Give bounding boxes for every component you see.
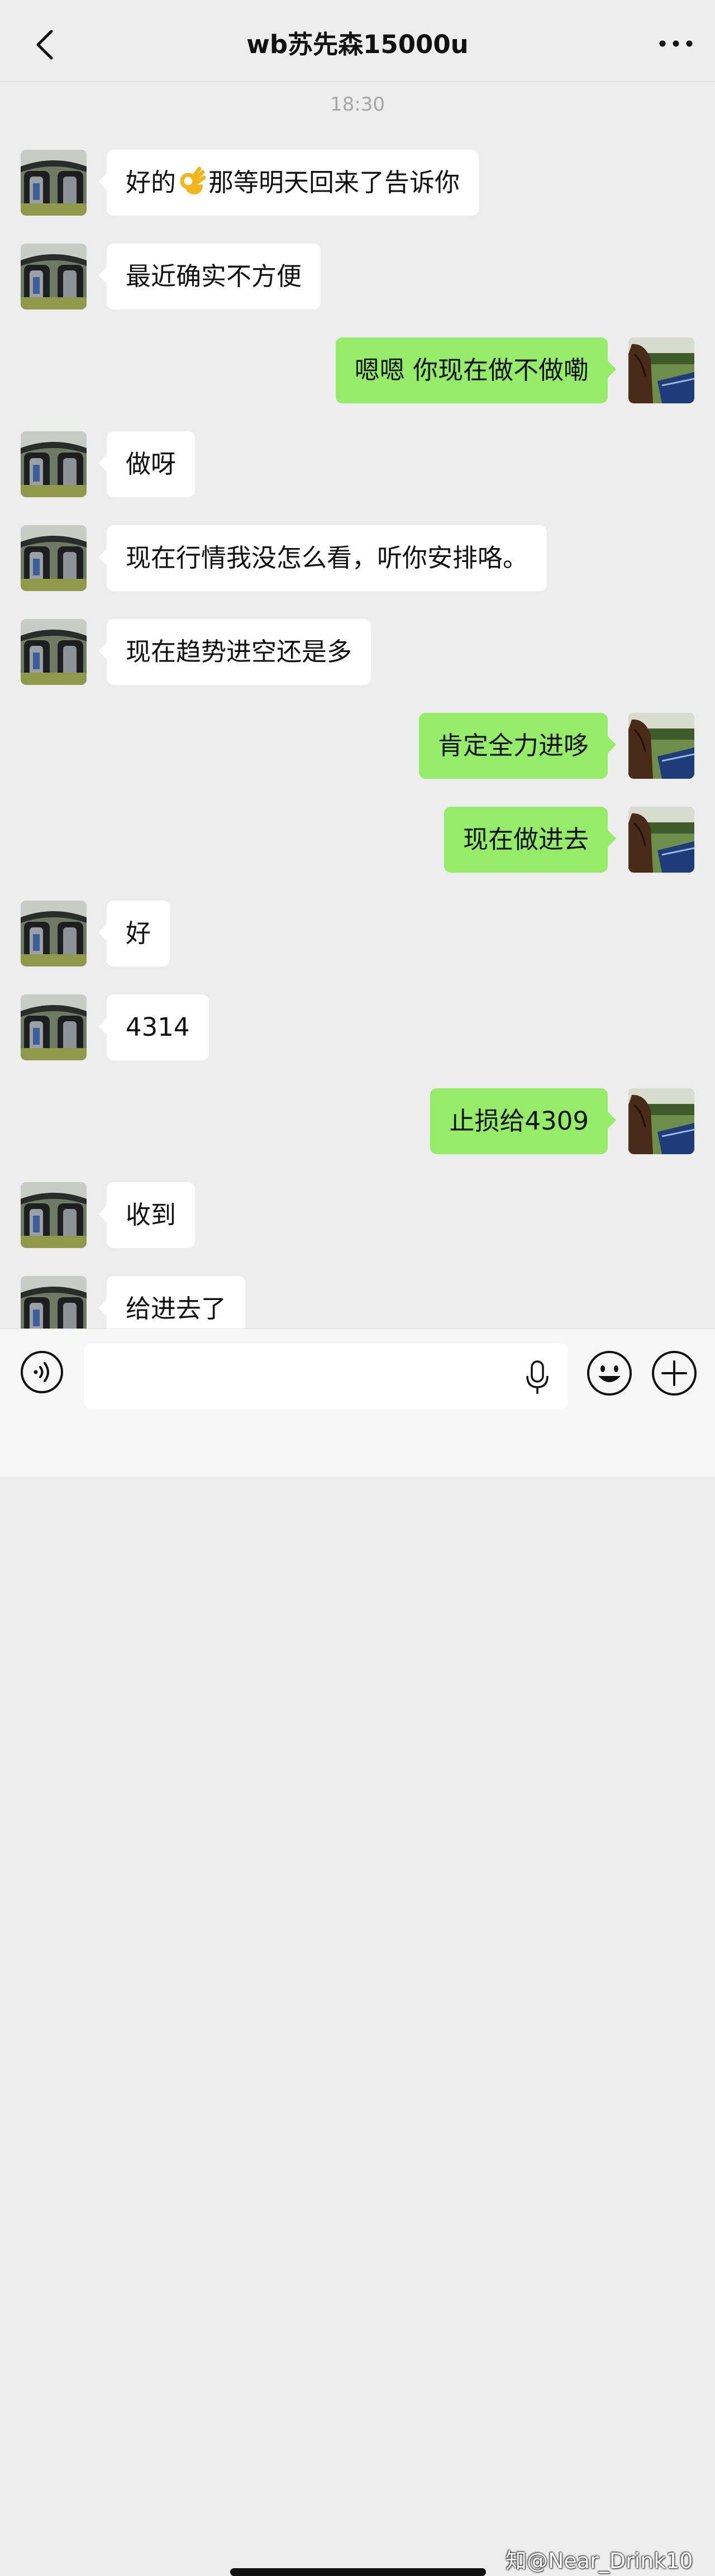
message-text: 止损给4309 <box>449 1106 589 1136</box>
message-text: 现在行情我没怎么看，听你安排咯。 <box>126 543 528 573</box>
avatar[interactable] <box>628 807 694 873</box>
incoming-message-bubble[interactable]: 现在趋势进空还是多 <box>98 619 371 685</box>
message-text: 做呀 <box>126 449 177 479</box>
message-text: 肯定全力进哆 <box>437 731 589 760</box>
mic-icon[interactable] <box>525 1359 550 1396</box>
message-text: 现在做进去 <box>463 825 589 854</box>
avatar[interactable] <box>628 713 694 779</box>
message-text: 最近确实不方便 <box>126 261 302 291</box>
avatar[interactable] <box>21 901 87 966</box>
plus-icon <box>652 1351 697 1396</box>
input-bar: 知@Near_Drink10 <box>0 1329 715 2576</box>
voice-icon <box>21 1351 63 1393</box>
avatar[interactable] <box>628 337 694 403</box>
message-text: 现在趋势进空还是多 <box>126 637 352 666</box>
avatar[interactable] <box>21 525 87 591</box>
message-text: 嗯嗯 你现在做不做嘞 <box>354 355 589 385</box>
avatar[interactable] <box>21 244 87 309</box>
outgoing-message-bubble[interactable]: 肯定全力进哆 <box>418 713 617 779</box>
chat-title: wb苏先森15000u <box>246 30 469 59</box>
home-indicator[interactable] <box>230 2568 486 2576</box>
message-input[interactable] <box>84 1344 568 1410</box>
avatar[interactable] <box>21 431 87 497</box>
incoming-message-bubble[interactable]: 好的 那等明天回来了告诉你 <box>98 150 479 216</box>
avatar[interactable] <box>21 994 87 1060</box>
message-timestamp: 18:30 <box>330 93 385 116</box>
message-text: 收到 <box>126 1200 177 1230</box>
message-text: 好 <box>126 918 151 948</box>
incoming-message-bubble[interactable]: 现在行情我没怎么看，听你安排咯。 <box>98 525 547 591</box>
incoming-message-bubble[interactable]: 收到 <box>98 1182 196 1248</box>
incoming-message-bubble[interactable]: 最近确实不方便 <box>98 244 321 309</box>
more-button[interactable] <box>654 27 698 60</box>
watermark: 知@Near_Drink10 <box>506 2549 693 2573</box>
emoji-icon <box>587 1351 632 1396</box>
chat-header: wb苏先森15000u <box>0 0 715 82</box>
incoming-message-bubble[interactable]: 4314 <box>98 994 209 1060</box>
emoji-button[interactable] <box>585 1349 633 1397</box>
avatar[interactable] <box>21 1182 87 1248</box>
message-text: 4314 <box>126 1012 190 1042</box>
avatar[interactable] <box>21 619 87 685</box>
outgoing-message-bubble[interactable]: 现在做进去 <box>444 807 617 873</box>
incoming-message-bubble[interactable]: 做呀 <box>98 431 196 497</box>
message-text: 给进去了 <box>126 1294 227 1323</box>
voice-button[interactable] <box>19 1349 65 1395</box>
incoming-message-bubble[interactable]: 好 <box>98 901 170 966</box>
outgoing-message-bubble[interactable]: 嗯嗯 你现在做不做嘞 <box>335 337 617 403</box>
chevron-left-icon <box>36 30 53 60</box>
back-button[interactable] <box>29 25 63 65</box>
avatar[interactable] <box>628 1088 694 1154</box>
message-text: 好的 <box>126 168 177 197</box>
plus-button[interactable] <box>650 1349 698 1397</box>
ok-hand-emoji-icon <box>177 155 207 194</box>
more-dots-icon <box>659 40 693 47</box>
outgoing-message-bubble[interactable]: 止损给4309 <box>430 1088 616 1154</box>
message-text: 那等明天回来了告诉你 <box>208 168 460 197</box>
avatar[interactable] <box>21 150 87 216</box>
